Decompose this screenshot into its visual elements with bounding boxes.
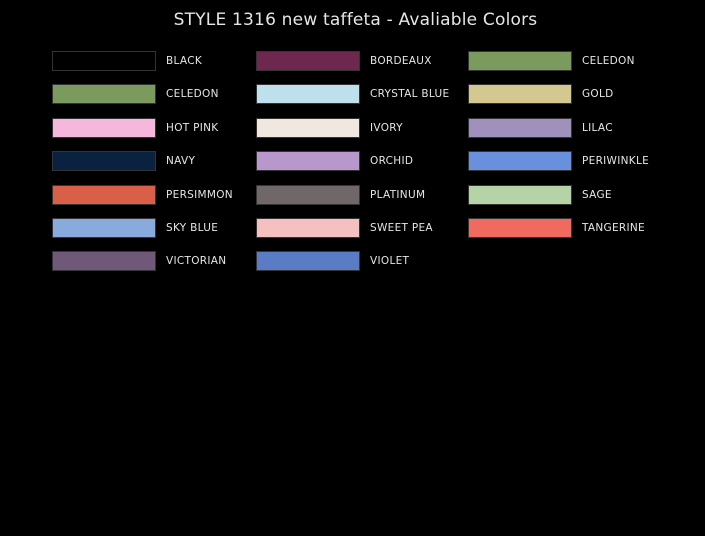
color-column-3: CELEDON GOLD LILAC PERIWINKLE SAGE TANGE… — [468, 51, 649, 251]
color-label: SWEET PEA — [370, 221, 433, 234]
color-label: SAGE — [582, 188, 612, 201]
color-label: TANGERINE — [582, 221, 645, 234]
color-swatch — [256, 217, 360, 238]
color-item-navy: NAVY — [52, 151, 233, 172]
color-label: VICTORIAN — [166, 255, 227, 268]
color-label: CRYSTAL BLUE — [370, 88, 450, 101]
color-label: PLATINUM — [370, 188, 426, 201]
color-label: PERSIMMON — [166, 188, 233, 201]
color-swatch — [52, 184, 156, 205]
color-label: PERIWINKLE — [582, 155, 650, 168]
color-item-lilac: LILAC — [468, 117, 649, 138]
color-swatch — [52, 117, 156, 138]
color-item-victorian: VICTORIAN — [52, 251, 233, 272]
color-swatch — [468, 184, 572, 205]
color-item-celedon: CELEDON — [52, 84, 233, 105]
color-item-platinum: PLATINUM — [256, 184, 449, 205]
color-swatch — [52, 251, 156, 272]
page-title: STYLE 1316 new taffeta - Avaliable Color… — [173, 10, 538, 30]
color-swatch — [468, 151, 572, 172]
color-swatch — [256, 151, 360, 172]
color-swatch — [468, 217, 572, 238]
color-item-sky-blue: SKY BLUE — [52, 217, 233, 238]
color-column-1: BLACK CELEDON HOT PINK NAVY PERSIMMON SK… — [52, 51, 233, 285]
color-swatch — [256, 251, 360, 272]
color-swatch — [256, 84, 360, 105]
color-item-sweet-pea: SWEET PEA — [256, 217, 449, 238]
color-swatch — [468, 117, 572, 138]
color-column-2: BORDEAUX CRYSTAL BLUE IVORY ORCHID PLATI… — [256, 51, 449, 285]
color-item-tangerine: TANGERINE — [468, 217, 649, 238]
color-item-sage: SAGE — [468, 184, 649, 205]
color-item-periwinkle: PERIWINKLE — [468, 151, 650, 172]
color-label: CELEDON — [582, 55, 635, 67]
color-item-orchid: ORCHID — [256, 151, 449, 172]
color-swatch — [52, 217, 156, 238]
color-swatch — [468, 51, 572, 71]
color-swatch — [52, 84, 156, 105]
color-item-persimmon: PERSIMMON — [52, 184, 233, 205]
color-label: BLACK — [166, 55, 203, 67]
color-label: BORDEAUX — [370, 55, 432, 67]
color-label: ORCHID — [370, 155, 414, 168]
color-swatch — [256, 184, 360, 205]
color-swatch — [52, 151, 156, 172]
color-item-celedon: CELEDON — [468, 51, 649, 71]
color-item-hot-pink: HOT PINK — [52, 117, 233, 138]
color-swatch — [468, 84, 572, 105]
color-item-violet: VIOLET — [256, 251, 449, 272]
color-label: NAVY — [166, 155, 196, 168]
color-label: HOT PINK — [166, 121, 219, 134]
color-label: LILAC — [582, 121, 613, 134]
color-item-bordeaux: BORDEAUX — [256, 51, 449, 71]
color-label: VIOLET — [370, 255, 410, 268]
color-label: IVORY — [370, 121, 403, 134]
color-item-ivory: IVORY — [256, 117, 449, 138]
color-item-black: BLACK — [52, 51, 233, 71]
color-swatch — [52, 51, 156, 71]
color-label: GOLD — [582, 88, 614, 101]
color-item-crystal-blue: CRYSTAL BLUE — [256, 84, 450, 105]
color-item-gold: GOLD — [468, 84, 649, 105]
color-swatch — [256, 51, 360, 71]
color-swatch — [256, 117, 360, 138]
color-label: SKY BLUE — [166, 221, 219, 234]
color-label: CELEDON — [166, 88, 219, 101]
